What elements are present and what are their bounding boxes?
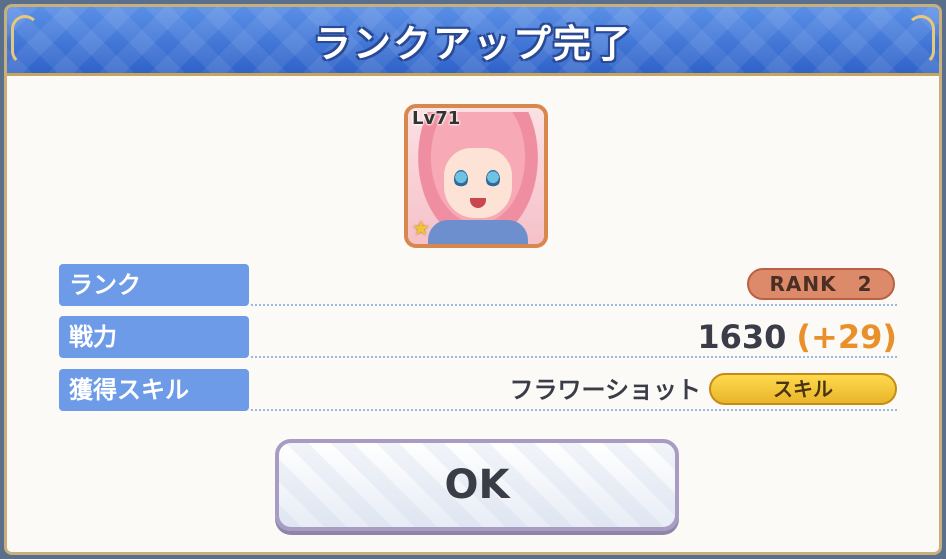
rank-row: ランク RANK 2 bbox=[59, 264, 897, 306]
power-label: 戦力 bbox=[59, 316, 249, 358]
header-ornament-right bbox=[907, 15, 935, 65]
row-divider bbox=[251, 304, 897, 306]
skill-label: 獲得スキル bbox=[59, 369, 249, 411]
skill-name: フラワーショット bbox=[509, 376, 701, 404]
rank-label: ランク bbox=[59, 264, 249, 306]
rank-up-dialog: ランクアップ完了 Lv71 ★ ランク RANK 2 戦力 1630(+29) bbox=[4, 4, 942, 555]
level-label: Lv71 bbox=[412, 108, 461, 129]
dialog-header: ランクアップ完了 bbox=[7, 7, 939, 76]
dialog-title: ランクアップ完了 bbox=[312, 22, 633, 66]
power-gain: (+29) bbox=[796, 318, 897, 356]
star-icon: ★ bbox=[412, 216, 430, 240]
character-eye-right bbox=[486, 170, 500, 188]
power-row: 戦力 1630 (+29) bbox=[59, 316, 897, 358]
skill-tag-badge: スキル bbox=[709, 373, 897, 405]
character-portrait: Lv71 ★ bbox=[404, 104, 548, 248]
ok-button[interactable]: OK bbox=[275, 439, 679, 531]
rank-badge: RANK 2 bbox=[747, 268, 895, 300]
power-value-group: 1630 (+29) bbox=[697, 316, 897, 358]
character-outfit bbox=[428, 220, 528, 244]
character-eye-left bbox=[454, 170, 468, 188]
power-value: 1630 bbox=[697, 318, 787, 356]
skill-row: 獲得スキル フラワーショット スキル bbox=[59, 369, 897, 411]
